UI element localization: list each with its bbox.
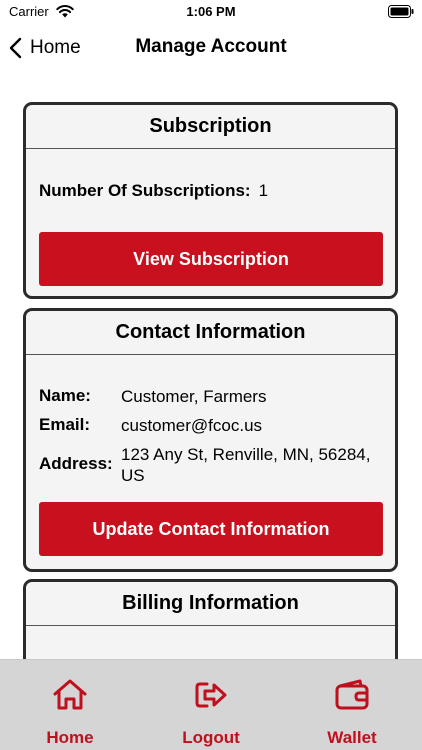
tab-logout-label: Logout — [182, 728, 240, 747]
wallet-icon — [335, 679, 369, 710]
tab-home[interactable]: Home — [0, 660, 140, 750]
subscription-count-label: Number Of Subscriptions: — [39, 181, 251, 200]
subscription-count-row: Number Of Subscriptions: 1 — [39, 181, 268, 201]
tab-logout[interactable]: Logout — [141, 660, 281, 750]
view-subscription-button[interactable]: View Subscription — [39, 232, 383, 286]
email-value: customer@fcoc.us — [121, 416, 263, 435]
billing-card-title: Billing Information — [26, 582, 395, 626]
tab-wallet[interactable]: Wallet — [282, 660, 422, 750]
home-icon — [53, 679, 87, 710]
email-label: Email: — [39, 415, 91, 434]
tab-wallet-label: Wallet — [327, 728, 377, 747]
update-contact-information-button[interactable]: Update Contact Information — [39, 502, 383, 556]
address-label: Address: — [39, 454, 113, 473]
status-time: 1:06 PM — [186, 4, 236, 19]
tab-bar: Home Logout Wallet — [0, 659, 422, 750]
tab-home-label: Home — [46, 728, 94, 747]
name-value: Customer, Farmers — [121, 387, 267, 406]
subscription-count-value: 1 — [258, 181, 269, 200]
battery-icon — [388, 5, 414, 18]
navigation-bar: Home Manage Account — [0, 26, 422, 70]
contact-card-title: Contact Information — [26, 311, 395, 355]
subscription-card-title: Subscription — [26, 105, 395, 149]
contact-information-card: Contact Information Name: Customer, Farm… — [23, 308, 398, 572]
contact-name-row: Name: Customer, Farmers — [39, 386, 371, 407]
status-bar: Carrier 1:06 PM — [0, 0, 422, 26]
logout-icon — [195, 682, 227, 708]
subscription-card: Subscription Number Of Subscriptions: 1 … — [23, 102, 398, 299]
contact-address-row: Address: 123 Any St, Renville, MN, 56284… — [39, 444, 371, 486]
address-value: 123 Any St, Renville, MN, 56284, US — [121, 445, 371, 485]
page-title: Manage Account — [135, 36, 287, 57]
manage-account-screen: Carrier 1:06 PM Home Manage Account Subs… — [0, 0, 422, 750]
name-label: Name: — [39, 386, 91, 405]
contact-email-row: Email: customer@fcoc.us — [39, 415, 371, 436]
